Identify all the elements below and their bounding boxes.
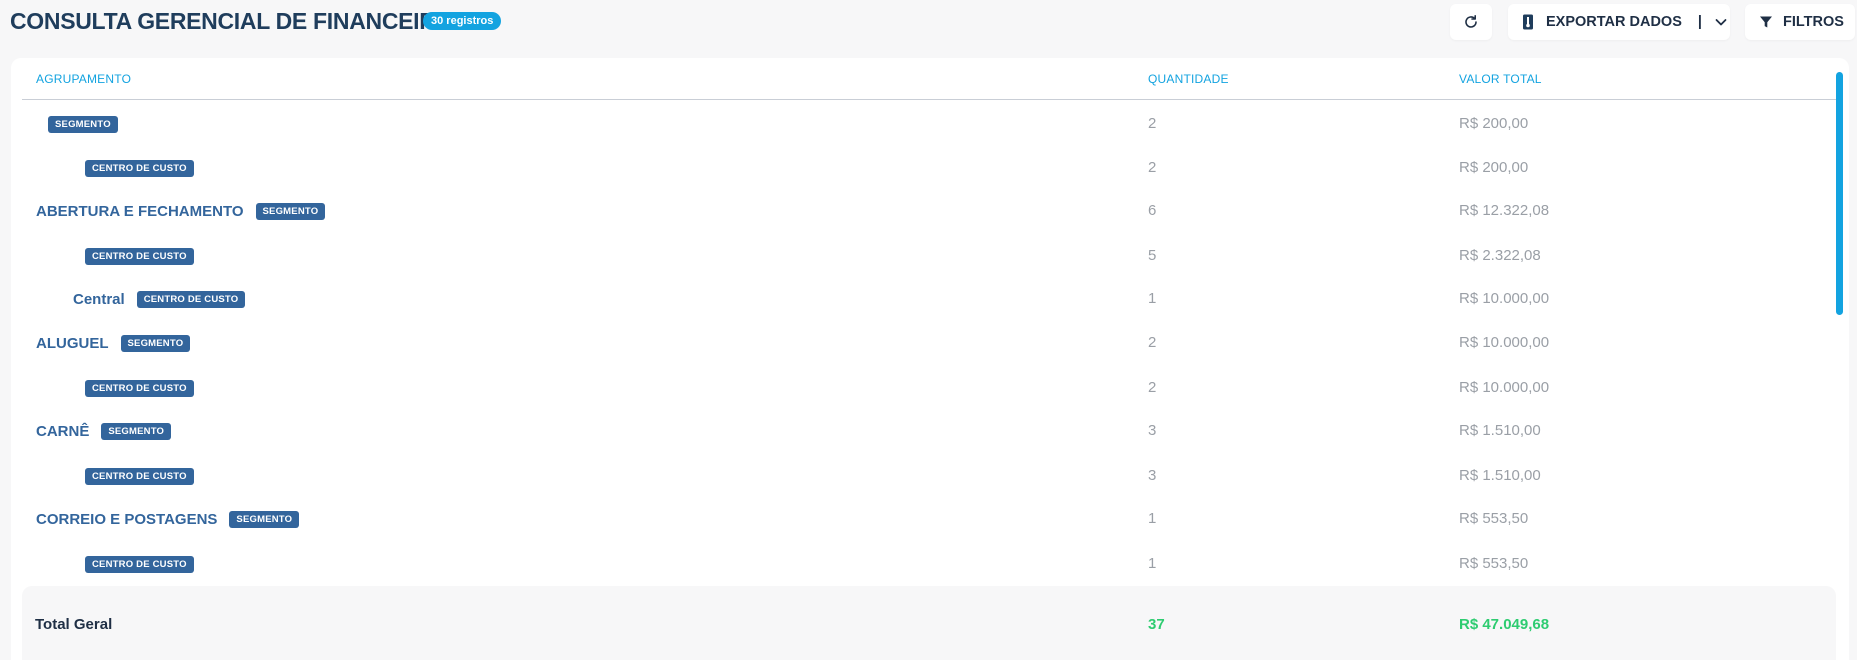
segment-tag: SEGMENTO bbox=[255, 202, 326, 220]
quantity-cell: 2 bbox=[1148, 159, 1157, 176]
column-header-quantity[interactable]: QUANTIDADE bbox=[1148, 72, 1229, 86]
record-count-badge: 30 registros bbox=[423, 12, 502, 30]
table-row[interactable]: CENTRO DE CUSTO 2 R$ 200,00 bbox=[22, 146, 1836, 190]
quantity-cell: 1 bbox=[1148, 290, 1157, 307]
filters-label: FILTROS bbox=[1783, 14, 1844, 30]
group-name: ALUGUEL bbox=[36, 334, 109, 352]
header-divider bbox=[22, 99, 1836, 100]
group-cell: CORREIO E POSTAGENS SEGMENTO bbox=[36, 497, 300, 541]
value-cell: R$ 12.322,08 bbox=[1459, 202, 1550, 219]
value-cell: R$ 10.000,00 bbox=[1459, 334, 1550, 351]
table-row[interactable]: Central CENTRO DE CUSTO 1 R$ 10.000,00 bbox=[22, 277, 1836, 321]
value-cell: R$ 1.510,00 bbox=[1459, 422, 1541, 439]
cost-center-tag: CENTRO DE CUSTO bbox=[85, 379, 194, 397]
quantity-cell: 1 bbox=[1148, 510, 1157, 527]
table-row[interactable]: CENTRO DE CUSTO 2 R$ 10.000,00 bbox=[22, 366, 1836, 410]
quantity-cell: 3 bbox=[1148, 467, 1157, 484]
refresh-button[interactable] bbox=[1450, 4, 1492, 40]
quantity-cell: 2 bbox=[1148, 115, 1157, 132]
quantity-cell: 2 bbox=[1148, 379, 1157, 396]
group-cell: CENTRO DE CUSTO bbox=[85, 234, 194, 278]
group-cell: CENTRO DE CUSTO bbox=[85, 542, 194, 586]
value-cell: R$ 553,50 bbox=[1459, 510, 1529, 527]
column-header-grouping[interactable]: AGRUPAMENTO bbox=[36, 72, 131, 86]
filters-button[interactable]: FILTROS bbox=[1745, 4, 1855, 40]
group-cell: SEGMENTO bbox=[48, 102, 118, 146]
export-separator: | bbox=[1697, 14, 1702, 30]
total-label: Total Geral bbox=[35, 616, 113, 633]
quantity-cell: 1 bbox=[1148, 555, 1157, 572]
page-title: CONSULTA GERENCIAL DE FINANCEIRO bbox=[10, 8, 454, 34]
table-row[interactable]: CENTRO DE CUSTO 1 R$ 553,50 bbox=[22, 542, 1836, 586]
value-cell: R$ 10.000,00 bbox=[1459, 290, 1550, 307]
value-cell: R$ 1.510,00 bbox=[1459, 467, 1541, 484]
group-cell: CENTRO DE CUSTO bbox=[85, 366, 194, 410]
group-cell: ALUGUEL SEGMENTO bbox=[36, 321, 191, 365]
group-name: Central bbox=[73, 290, 125, 308]
total-value: R$ 47.049,68 bbox=[1459, 616, 1550, 633]
cost-center-tag: CENTRO DE CUSTO bbox=[85, 159, 194, 177]
table-row[interactable]: CARNÊ SEGMENTO 3 R$ 1.510,00 bbox=[22, 409, 1836, 453]
cost-center-tag: CENTRO DE CUSTO bbox=[85, 467, 194, 485]
table-row[interactable]: ALUGUEL SEGMENTO 2 R$ 10.000,00 bbox=[22, 321, 1836, 365]
cost-center-tag: CENTRO DE CUSTO bbox=[85, 555, 194, 573]
thermometer-icon bbox=[1522, 14, 1534, 30]
group-cell: CENTRO DE CUSTO bbox=[85, 146, 194, 190]
export-data-button[interactable]: EXPORTAR DADOS | bbox=[1508, 4, 1730, 40]
quantity-cell: 2 bbox=[1148, 334, 1157, 351]
value-cell: R$ 200,00 bbox=[1459, 115, 1529, 132]
group-cell: CARNÊ SEGMENTO bbox=[36, 409, 172, 453]
quantity-cell: 3 bbox=[1148, 422, 1157, 439]
value-cell: R$ 200,00 bbox=[1459, 159, 1529, 176]
table-row[interactable]: CENTRO DE CUSTO 5 R$ 2.322,08 bbox=[22, 234, 1836, 278]
group-cell: CENTRO DE CUSTO bbox=[85, 454, 194, 498]
column-header-total-value[interactable]: VALOR TOTAL bbox=[1459, 72, 1542, 86]
quantity-cell: 5 bbox=[1148, 247, 1157, 264]
value-cell: R$ 553,50 bbox=[1459, 555, 1529, 572]
total-row: Total Geral 37 R$ 47.049,68 bbox=[22, 586, 1836, 660]
group-name: ABERTURA E FECHAMENTO bbox=[36, 202, 244, 220]
cost-center-tag: CENTRO DE CUSTO bbox=[85, 247, 194, 265]
chevron-down-icon[interactable] bbox=[1714, 15, 1728, 29]
value-cell: R$ 10.000,00 bbox=[1459, 379, 1550, 396]
table-row[interactable]: CORREIO E POSTAGENS SEGMENTO 1 R$ 553,50 bbox=[22, 497, 1836, 541]
group-name: CARNÊ bbox=[36, 422, 90, 440]
table-row[interactable]: SEGMENTO 2 R$ 200,00 bbox=[22, 102, 1836, 146]
table-row[interactable]: ABERTURA E FECHAMENTO SEGMENTO 6 R$ 12.3… bbox=[22, 189, 1836, 233]
table-row[interactable]: CENTRO DE CUSTO 3 R$ 1.510,00 bbox=[22, 454, 1836, 498]
cost-center-tag: CENTRO DE CUSTO bbox=[136, 290, 246, 308]
header-bar: CONSULTA GERENCIAL DE FINANCEIRO 30 regi… bbox=[0, 0, 1857, 44]
group-cell: Central CENTRO DE CUSTO bbox=[73, 277, 246, 321]
group-cell: ABERTURA E FECHAMENTO SEGMENTO bbox=[36, 189, 326, 233]
total-quantity: 37 bbox=[1148, 616, 1165, 633]
value-cell: R$ 2.322,08 bbox=[1459, 247, 1541, 264]
vertical-scrollbar[interactable] bbox=[1836, 72, 1843, 315]
segment-tag: SEGMENTO bbox=[120, 334, 191, 352]
refresh-icon bbox=[1463, 14, 1479, 30]
segment-tag: SEGMENTO bbox=[229, 510, 300, 528]
segment-tag: SEGMENTO bbox=[48, 115, 118, 133]
group-name: CORREIO E POSTAGENS bbox=[36, 510, 218, 528]
segment-tag: SEGMENTO bbox=[101, 422, 172, 440]
quantity-cell: 6 bbox=[1148, 202, 1157, 219]
funnel-icon bbox=[1759, 15, 1773, 29]
export-data-label: EXPORTAR DADOS bbox=[1546, 14, 1682, 30]
